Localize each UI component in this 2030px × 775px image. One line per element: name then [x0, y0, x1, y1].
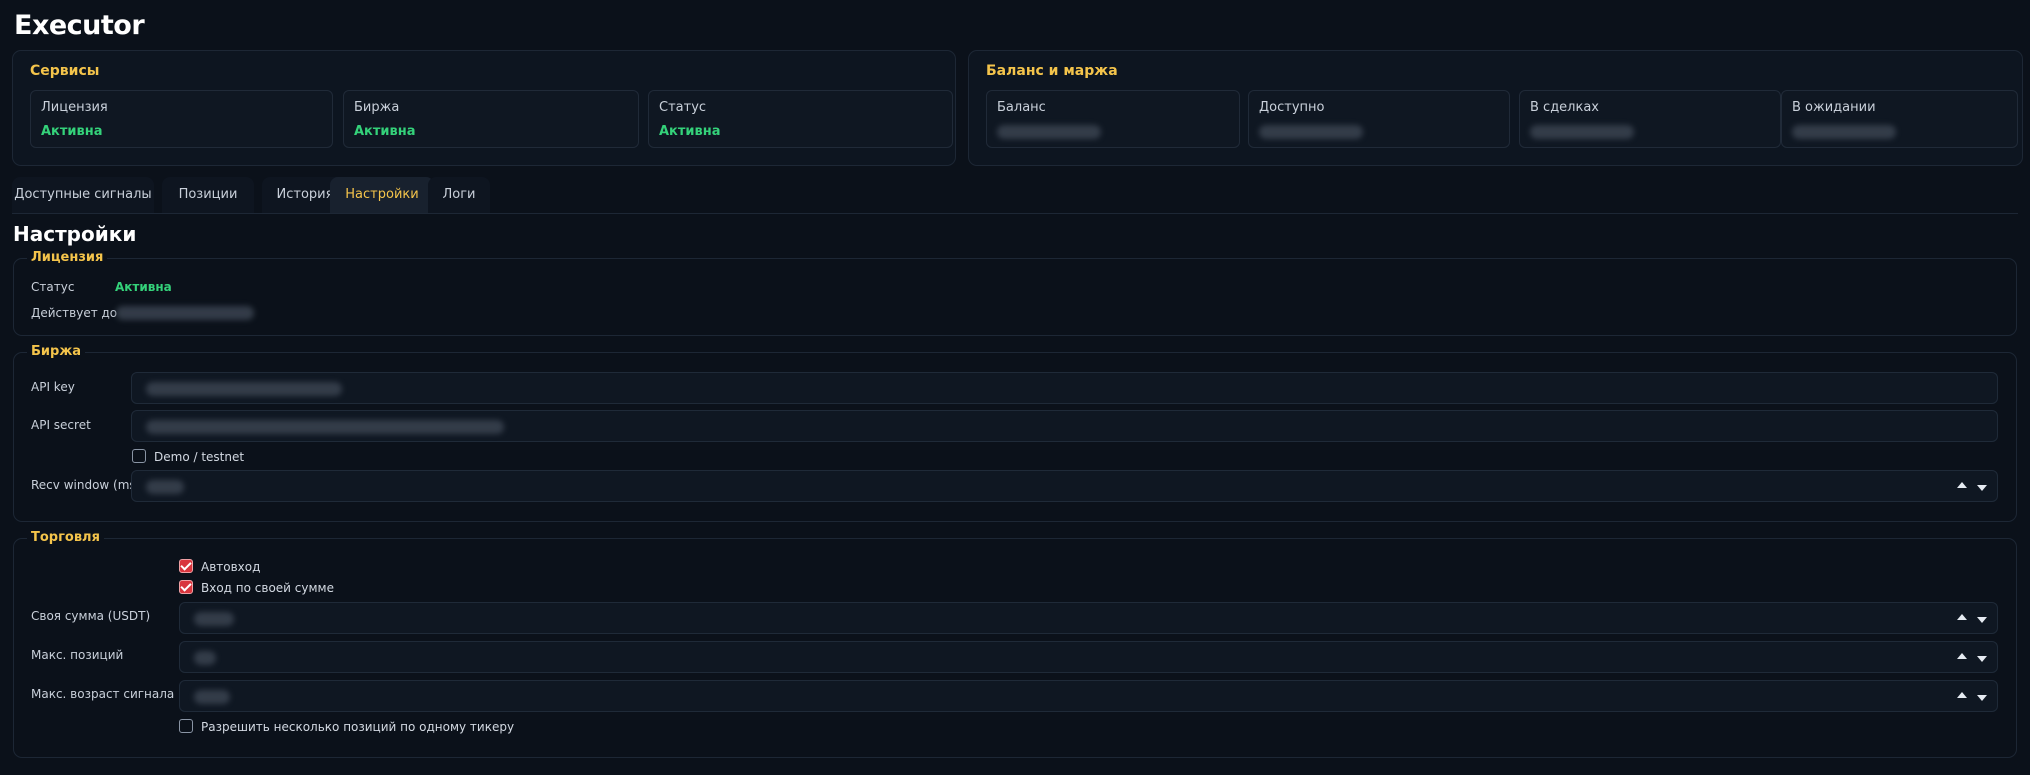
- services-title: Сервисы: [30, 63, 100, 79]
- license-legend: Лицензия: [27, 250, 108, 265]
- balance-card-balance: Баланс: [986, 90, 1240, 148]
- service-card-value: Активна: [354, 124, 416, 139]
- tab-available-signals[interactable]: Доступные сигналы: [12, 177, 154, 213]
- allow-multiple-checkbox[interactable]: [179, 719, 193, 733]
- stepper-up-icon[interactable]: [1957, 692, 1967, 698]
- hidden-value: [997, 125, 1101, 139]
- hidden-value: [1259, 125, 1363, 139]
- hidden-value: [194, 612, 234, 626]
- own-amount-label: Своя сумма (USDT): [31, 609, 151, 623]
- own-amount-stepper[interactable]: [1953, 609, 1991, 629]
- hidden-value: [116, 306, 254, 320]
- stepper-down-icon[interactable]: [1977, 695, 1987, 701]
- hidden-value: [1792, 125, 1896, 139]
- autoentry-checkbox[interactable]: [179, 559, 193, 573]
- api-key-input[interactable]: [131, 372, 1998, 404]
- service-card-value: Активна: [659, 124, 721, 139]
- app-title: Executor: [14, 10, 145, 41]
- exchange-legend: Биржа: [27, 344, 86, 359]
- tab-divider: [12, 213, 2018, 214]
- hidden-value: [194, 651, 216, 665]
- api-secret-label: API secret: [31, 418, 91, 432]
- tab-logs[interactable]: Логи: [428, 177, 490, 213]
- max-signal-age-input[interactable]: [179, 680, 1998, 712]
- hidden-value: [1530, 125, 1634, 139]
- recv-window-label: Recv window (ms): [31, 478, 141, 492]
- balance-card-label: Баланс: [997, 100, 1046, 115]
- stepper-down-icon[interactable]: [1977, 617, 1987, 623]
- autoentry-label: Автовход: [201, 560, 261, 574]
- recv-window-input[interactable]: [131, 470, 1998, 502]
- recv-window-stepper[interactable]: [1953, 477, 1991, 497]
- max-positions-input[interactable]: [179, 641, 1998, 673]
- hidden-value: [194, 690, 230, 704]
- service-card-license: Лицензия Активна: [30, 90, 333, 148]
- license-status-label: Статус: [31, 280, 75, 294]
- stepper-down-icon[interactable]: [1977, 656, 1987, 662]
- own-amount-entry-checkbox[interactable]: [179, 580, 193, 594]
- license-valid-until-label: Действует до: [31, 306, 118, 320]
- own-amount-input[interactable]: [179, 602, 1998, 634]
- balance-title: Баланс и маржа: [986, 63, 1118, 79]
- balance-card-available: Доступно: [1248, 90, 1510, 148]
- service-card-value: Активна: [41, 124, 103, 139]
- hidden-value: [146, 480, 184, 494]
- service-card-exchange: Биржа Активна: [343, 90, 639, 148]
- balance-card-label: В ожидании: [1792, 100, 1876, 115]
- service-card-label: Биржа: [354, 100, 400, 115]
- stepper-down-icon[interactable]: [1977, 485, 1987, 491]
- max-positions-label: Макс. позиций: [31, 648, 124, 662]
- demo-checkbox[interactable]: [132, 449, 146, 463]
- trading-legend: Торговля: [27, 530, 104, 545]
- hidden-value: [146, 420, 504, 434]
- tab-positions[interactable]: Позиции: [162, 177, 254, 213]
- stepper-up-icon[interactable]: [1957, 482, 1967, 488]
- max-positions-stepper[interactable]: [1953, 648, 1991, 668]
- balance-card-label: Доступно: [1259, 100, 1325, 115]
- stepper-up-icon[interactable]: [1957, 614, 1967, 620]
- demo-label: Demo / testnet: [154, 450, 245, 464]
- service-card-status: Статус Активна: [648, 90, 953, 148]
- api-secret-input[interactable]: [131, 410, 1998, 442]
- balance-card-pending: В ожидании: [1781, 90, 2018, 148]
- api-key-label: API key: [31, 380, 75, 394]
- license-fieldset: [13, 258, 2017, 336]
- services-panel: Сервисы Лицензия Активна Биржа Активна С…: [12, 50, 956, 166]
- tab-settings[interactable]: Настройки: [330, 177, 434, 213]
- hidden-value: [146, 382, 342, 396]
- stepper-up-icon[interactable]: [1957, 653, 1967, 659]
- max-signal-age-stepper[interactable]: [1953, 687, 1991, 707]
- settings-heading: Настройки: [13, 222, 137, 246]
- balance-panel: Баланс и маржа Баланс Доступно В сделках…: [968, 50, 2023, 166]
- service-card-label: Лицензия: [41, 100, 108, 115]
- allow-multiple-label: Разрешить несколько позиций по одному ти…: [201, 720, 515, 734]
- license-status-value: Активна: [115, 280, 172, 294]
- balance-card-label: В сделках: [1530, 100, 1600, 115]
- own-amount-entry-label: Вход по своей сумме: [201, 581, 334, 595]
- balance-card-in-trades: В сделках: [1519, 90, 1781, 148]
- service-card-label: Статус: [659, 100, 707, 115]
